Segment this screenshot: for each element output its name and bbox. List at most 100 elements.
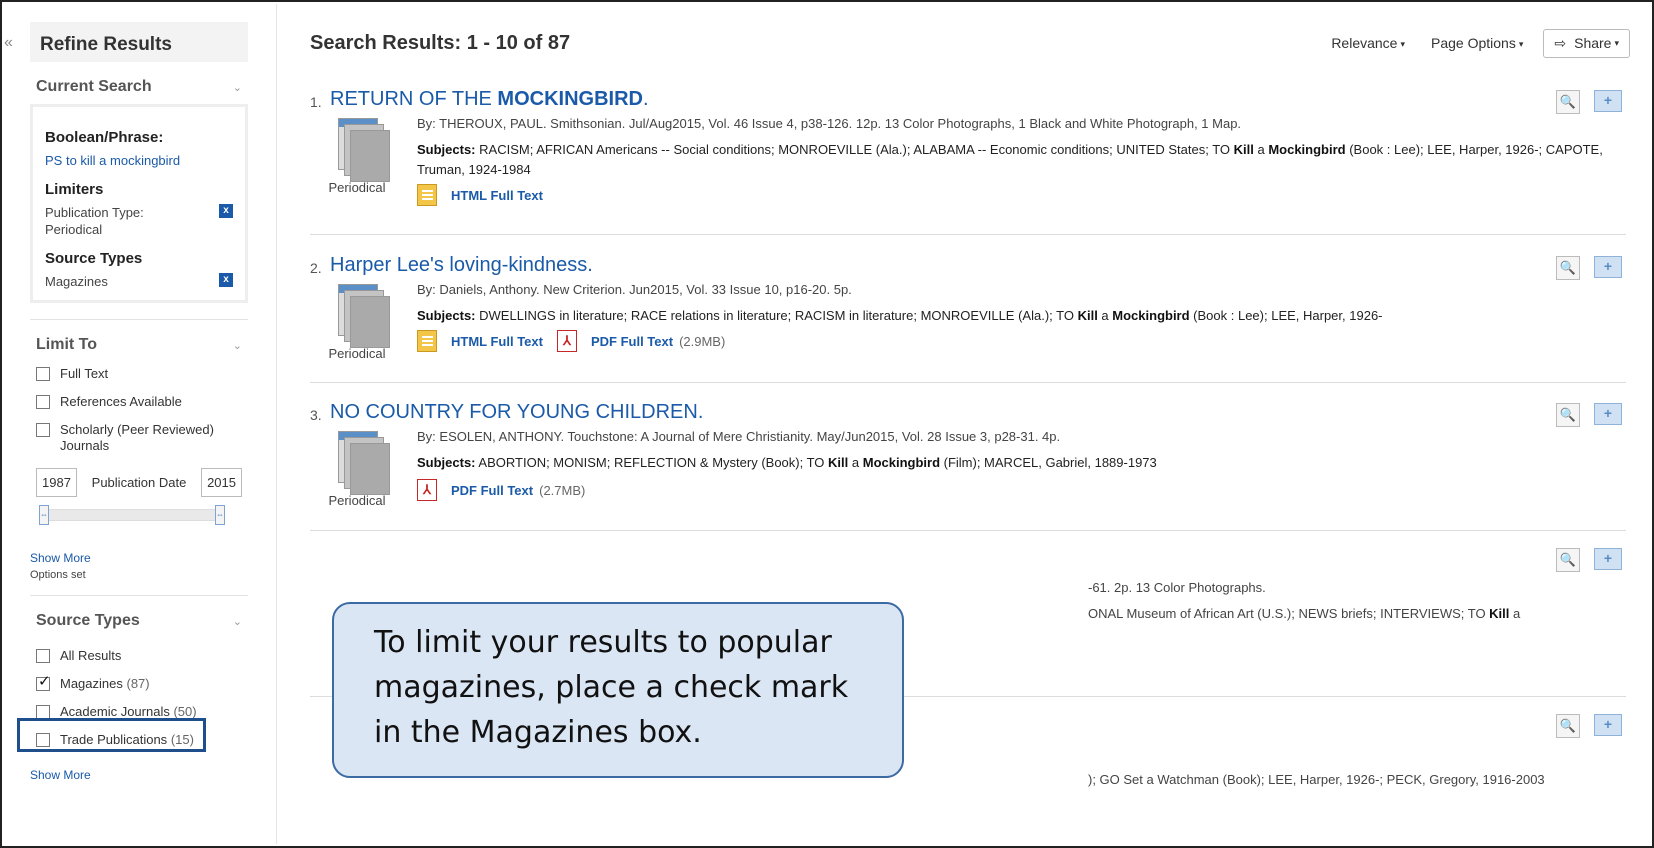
results-main: Search Results: 1 - 10 of 87 Relevance ▾ … — [310, 28, 1630, 787]
pdf-file-size: (2.7MB) — [539, 482, 586, 498]
checkbox[interactable] — [36, 649, 50, 663]
pdf-icon: ⅄ — [417, 479, 437, 501]
result-item-2: 2. Harper Lee's loving-kindness. Periodi… — [310, 254, 1626, 394]
checkbox-label: Full Text — [60, 366, 109, 381]
pdf-full-text-link[interactable]: PDF Full Text — [591, 334, 673, 349]
preview-magnifier-icon[interactable]: 🔍 — [1556, 90, 1580, 114]
limit-to-header[interactable]: Limit To ⌄ — [30, 336, 248, 354]
html-full-text-link[interactable]: HTML Full Text — [451, 334, 543, 349]
preview-magnifier-icon[interactable]: 🔍 — [1556, 256, 1580, 280]
collapse-sidebar-icon[interactable]: « — [4, 34, 13, 52]
periodical-icon[interactable] — [330, 431, 390, 501]
results-toolbar: Search Results: 1 - 10 of 87 Relevance ▾ … — [310, 28, 1630, 58]
limiter-publication-type: Publication Type: Periodical — [45, 205, 144, 237]
periodical-icon[interactable] — [330, 284, 390, 354]
section-divider — [30, 595, 248, 596]
source-types-header[interactable]: Source Types ⌄ — [30, 612, 248, 630]
result-actions: 🔍 + — [1556, 256, 1622, 280]
slider-handle-start[interactable]: ⇔ — [39, 505, 49, 525]
add-to-folder-icon[interactable]: + — [1594, 548, 1622, 570]
current-search-box: Boolean/Phrase: PS to kill a mockingbird… — [30, 104, 248, 303]
checkbox-label: Scholarly (Peer Reviewed) Journals — [60, 422, 214, 453]
result-subjects: Subjects: RACISM; AFRICAN Americans -- S… — [417, 142, 1603, 177]
pdf-full-text-link[interactable]: PDF Full Text — [451, 483, 533, 498]
limit-to-show-more-link[interactable]: Show More — [30, 551, 91, 565]
source-types-show-more-link[interactable]: Show More — [30, 768, 91, 782]
checkbox-checked[interactable] — [36, 674, 51, 691]
result-title-link[interactable]: RETURN OF THE MOCKINGBIRD. — [330, 88, 649, 111]
search-query-link[interactable]: PS to kill a mockingbird — [45, 152, 180, 169]
checkbox-label: References Available — [60, 394, 182, 409]
slider-handle-end[interactable]: ⇔ — [215, 505, 225, 525]
publication-type-label: Periodical — [328, 180, 386, 195]
add-to-folder-icon[interactable]: + — [1594, 256, 1622, 278]
result-tools: Relevance ▾ Page Options ▾ ⇨ Share ▾ — [1305, 28, 1630, 58]
checkbox-label: Magazines — [60, 676, 123, 691]
result-4-citation-fragment: -61. 2p. 13 Color Photographs. — [1088, 580, 1266, 595]
page-options-dropdown[interactable]: Page Options ▾ — [1431, 35, 1523, 51]
result-item-3: 3. NO COUNTRY FOR YOUNG CHILDREN. Period… — [310, 401, 1626, 541]
result-citation: By: Daniels, Anthony. New Criterion. Jun… — [417, 282, 852, 297]
periodical-icon[interactable] — [330, 118, 390, 188]
relevance-sort-dropdown[interactable]: Relevance ▾ — [1331, 35, 1405, 51]
add-to-folder-icon[interactable]: + — [1594, 714, 1622, 736]
refine-results-heading: Refine Results — [30, 22, 248, 62]
publication-date-label: Publication Date — [91, 475, 187, 490]
checkbox[interactable] — [36, 367, 50, 381]
add-to-folder-icon[interactable]: + — [1594, 90, 1622, 112]
chevron-down-icon[interactable]: ⌄ — [233, 81, 242, 94]
full-text-links: ⅄ PDF Full Text (2.7MB) — [417, 479, 599, 501]
result-citation: By: ESOLEN, ANTHONY. Touchstone: A Journ… — [417, 429, 1061, 444]
magazines-highlight-box — [17, 718, 206, 752]
source-type-value: Magazines — [45, 274, 108, 289]
boolean-phrase-label: Boolean/Phrase: — [45, 129, 164, 146]
limit-to-title: Limit To — [36, 336, 98, 353]
limit-references-available[interactable]: References Available — [30, 394, 248, 410]
callout-text: To limit your results to popular magazin… — [374, 625, 849, 750]
date-range-slider[interactable]: ⇔ ⇔ — [39, 505, 225, 525]
result-separator — [310, 530, 1626, 531]
checkbox[interactable] — [36, 705, 50, 719]
full-text-links: HTML Full Text — [417, 184, 557, 206]
share-icon: ⇨ — [1554, 34, 1567, 51]
result-number: 2. — [310, 260, 322, 276]
share-button[interactable]: ⇨ Share ▾ — [1543, 28, 1630, 58]
add-to-folder-icon[interactable]: + — [1594, 403, 1622, 425]
limit-full-text[interactable]: Full Text — [30, 366, 248, 382]
chevron-down-icon[interactable]: ⌄ — [233, 339, 242, 352]
result-5-subjects-fragment: ); GO Set a Watchman (Book); LEE, Harper… — [1088, 772, 1545, 787]
result-4-subjects-fragment: ONAL Museum of African Art (U.S.); NEWS … — [1088, 606, 1521, 621]
full-text-links: HTML Full Text ⅄ PDF Full Text (2.9MB) — [417, 330, 739, 352]
result-separator — [310, 234, 1626, 235]
result-subjects: Subjects: ABORTION; MONISM; REFLECTION &… — [417, 455, 1157, 470]
date-from-input[interactable]: 1987 — [36, 468, 77, 497]
preview-magnifier-icon[interactable]: 🔍 — [1556, 714, 1580, 738]
preview-magnifier-icon[interactable]: 🔍 — [1556, 548, 1580, 572]
limit-scholarly[interactable]: Scholarly (Peer Reviewed) Journals — [30, 422, 248, 454]
publication-type-label: Periodical — [328, 493, 386, 508]
result-title-link[interactable]: Harper Lee's loving-kindness. — [330, 254, 593, 277]
preview-magnifier-icon[interactable]: 🔍 — [1556, 403, 1580, 427]
source-all-results[interactable]: All Results — [30, 648, 248, 664]
html-full-text-link[interactable]: HTML Full Text — [451, 188, 543, 203]
checkbox[interactable] — [36, 423, 50, 437]
pdf-file-size: (2.9MB) — [679, 333, 726, 349]
remove-limiter-icon[interactable]: x — [219, 204, 233, 218]
checkbox[interactable] — [36, 395, 50, 409]
current-search-header[interactable]: Current Search ⌄ — [30, 78, 248, 96]
source-types-title: Source Types — [36, 612, 140, 629]
date-to-input[interactable]: 2015 — [201, 468, 242, 497]
result-subjects: Subjects: DWELLINGS in literature; RACE … — [417, 308, 1383, 323]
result-number: 3. — [310, 407, 322, 423]
source-magazines[interactable]: Magazines (87) — [30, 674, 248, 692]
instruction-callout: To limit your results to popular magazin… — [332, 602, 904, 778]
remove-source-type-icon[interactable]: x — [219, 273, 233, 287]
result-actions: 🔍 + — [1556, 90, 1622, 114]
chevron-down-icon[interactable]: ⌄ — [233, 615, 242, 628]
html-full-text-icon — [417, 330, 437, 352]
html-full-text-icon — [417, 184, 437, 206]
result-actions: 🔍 + — [1556, 403, 1622, 427]
source-types-label: Source Types — [45, 250, 143, 267]
result-title-link[interactable]: NO COUNTRY FOR YOUNG CHILDREN. — [330, 401, 703, 424]
results-count-title: Search Results: 1 - 10 of 87 — [310, 31, 571, 54]
